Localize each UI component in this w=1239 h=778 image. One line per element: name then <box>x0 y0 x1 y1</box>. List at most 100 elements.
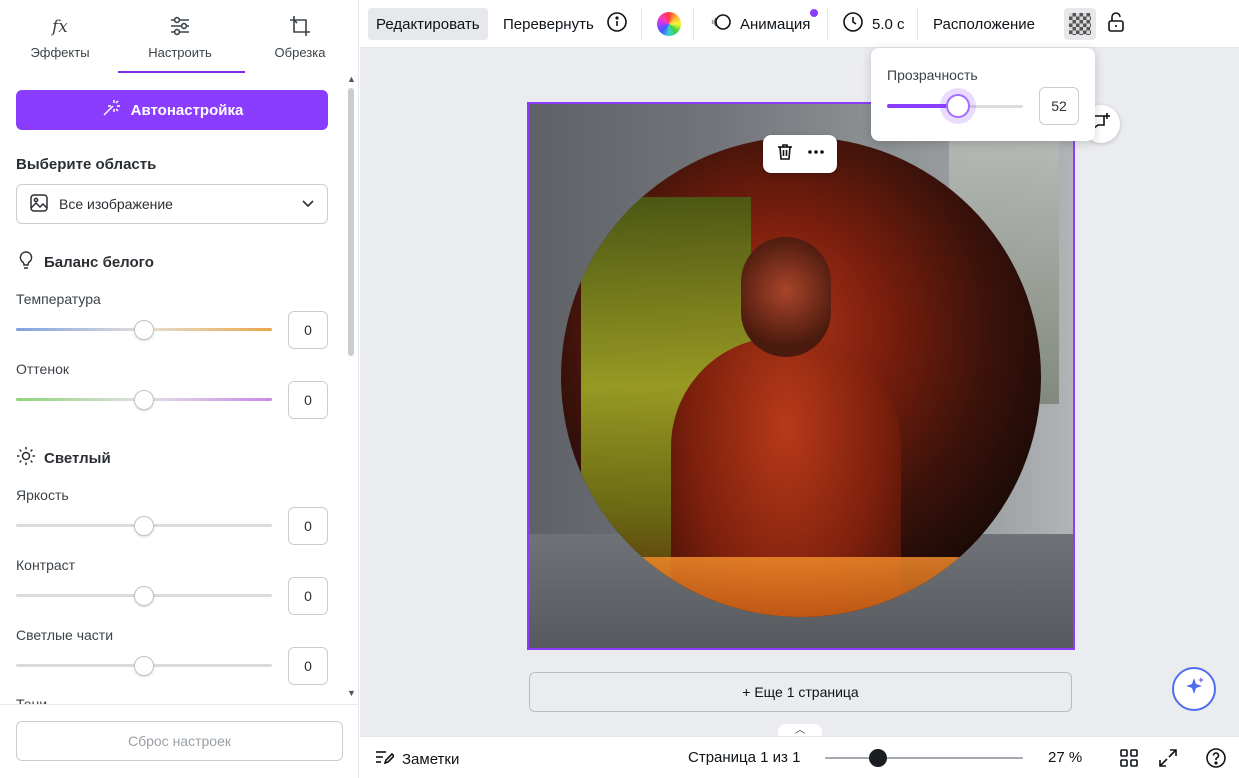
tint-slider[interactable] <box>16 389 272 410</box>
svg-text:fx: fx <box>50 17 68 37</box>
new-feature-dot <box>810 9 818 17</box>
notes-label: Заметки <box>402 750 460 768</box>
temperature-thumb[interactable] <box>134 320 154 340</box>
active-tab-indicator <box>118 71 245 73</box>
contrast-label: Контраст <box>16 557 76 573</box>
help-icon[interactable] <box>1205 747 1227 769</box>
color-button[interactable] <box>653 8 685 40</box>
transparency-slider[interactable] <box>887 94 1023 118</box>
brightness-value[interactable]: 0 <box>288 507 328 545</box>
panel-scrollbar[interactable]: ▲ ▼ <box>345 74 359 704</box>
tint-thumb[interactable] <box>134 390 154 410</box>
auto-adjust-label: Автонастройка <box>130 101 244 119</box>
fullscreen-icon[interactable] <box>1157 747 1179 769</box>
transparency-button[interactable] <box>1064 8 1096 40</box>
tint-label: Оттенок <box>16 361 69 377</box>
zoom-track <box>825 757 1023 759</box>
notes-icon <box>374 747 396 771</box>
edit-button-label: Редактировать <box>376 15 480 33</box>
sliders-icon <box>120 14 240 44</box>
color-wheel-icon <box>657 12 681 36</box>
contrast-slider[interactable] <box>16 585 272 606</box>
crop-icon <box>240 14 360 44</box>
brightness-thumb[interactable] <box>134 516 154 536</box>
tab-crop[interactable]: Обрезка <box>240 0 360 74</box>
white-balance-title: Баланс белого <box>16 250 154 274</box>
light-title-text: Светлый <box>44 449 111 467</box>
temperature-slider[interactable] <box>16 319 272 340</box>
bottom-bar: Заметки Страница 1 из 1 27 % <box>360 736 1239 778</box>
tab-adjust[interactable]: Настроить <box>120 0 240 74</box>
duration-label: 5.0 с <box>872 15 905 33</box>
light-title: Светлый <box>16 446 111 470</box>
toolbar-separator <box>693 8 694 40</box>
contrast-thumb[interactable] <box>134 586 154 606</box>
highlights-thumb[interactable] <box>134 656 154 676</box>
more-icon[interactable] <box>806 142 826 167</box>
magic-wand-icon <box>101 98 121 122</box>
contrast-value[interactable]: 0 <box>288 577 328 615</box>
zoom-level[interactable]: 27 % <box>1048 749 1082 766</box>
area-title: Выберите область <box>16 156 156 173</box>
duration-button[interactable]: 5.0 с <box>834 8 913 40</box>
animation-button[interactable]: Анимация <box>702 8 818 40</box>
flip-button[interactable]: Перевернуть <box>495 8 602 40</box>
lock-button[interactable] <box>1101 8 1131 40</box>
light-glow <box>621 557 981 617</box>
area-title-text: Выберите область <box>16 156 157 173</box>
toolbar-separator <box>917 8 918 40</box>
transparency-thumb[interactable] <box>945 94 970 118</box>
zoom-slider[interactable] <box>825 748 1023 768</box>
temperature-label: Температура <box>16 291 101 307</box>
brightness-label: Яркость <box>16 487 69 503</box>
context-toolbar: Редактировать Перевернуть Анимация 5.0 с <box>360 0 1239 48</box>
circle-frame-photo[interactable] <box>561 137 1041 617</box>
design-page[interactable] <box>527 102 1075 650</box>
brightness-slider[interactable] <box>16 515 272 536</box>
add-page-button[interactable]: + Еще 1 страница <box>529 672 1072 712</box>
toolbar-separator <box>827 8 828 40</box>
animation-label: Анимация <box>740 15 811 33</box>
scroll-up-icon[interactable]: ▲ <box>347 74 356 84</box>
highlights-label: Светлые части <box>16 627 114 643</box>
tint-value[interactable]: 0 <box>288 381 328 419</box>
scroll-down-icon[interactable]: ▼ <box>347 688 356 698</box>
sparkle-icon <box>1182 675 1206 704</box>
flip-button-label: Перевернуть <box>503 15 594 33</box>
edit-button[interactable]: Редактировать <box>368 8 488 40</box>
fx-icon: fx <box>0 14 120 44</box>
position-button[interactable]: Расположение <box>925 8 1043 40</box>
toolbar-separator <box>641 8 642 40</box>
trash-icon[interactable] <box>775 142 795 167</box>
page-indicator[interactable]: Страница 1 из 1 <box>688 749 800 766</box>
panel-divider <box>0 704 359 705</box>
unlock-icon <box>1105 11 1127 37</box>
adjust-panel: fx Эффекты Настроить Обрезка Автонастрой… <box>0 0 359 778</box>
transparency-value[interactable]: 52 <box>1039 87 1079 125</box>
auto-adjust-button[interactable]: Автонастройка <box>16 90 328 130</box>
tab-effects-label: Эффекты <box>30 45 90 60</box>
reset-adjustments-button[interactable]: Сброс настроек <box>16 721 343 761</box>
bulb-icon <box>16 250 36 274</box>
scrollbar-thumb[interactable] <box>348 88 354 356</box>
white-balance-title-text: Баланс белого <box>44 253 154 271</box>
highlights-value[interactable]: 0 <box>288 647 328 685</box>
info-button[interactable] <box>602 8 632 40</box>
info-icon <box>606 11 628 37</box>
person-head <box>741 237 831 357</box>
grid-view-icon[interactable] <box>1118 747 1140 769</box>
zoom-thumb[interactable] <box>869 749 888 767</box>
tab-adjust-label: Настроить <box>148 45 212 60</box>
sun-icon <box>16 446 36 470</box>
transparency-popover: Прозрачность 52 <box>871 48 1095 141</box>
tab-effects[interactable]: fx Эффекты <box>0 0 120 74</box>
magic-assistant-button[interactable] <box>1172 667 1216 711</box>
chevron-down-icon <box>301 196 315 213</box>
temperature-value[interactable]: 0 <box>288 311 328 349</box>
transparency-title: Прозрачность <box>887 67 978 83</box>
area-select[interactable]: Все изображение <box>16 184 328 224</box>
area-select-value: Все изображение <box>59 196 173 212</box>
element-floating-toolbar <box>763 135 837 173</box>
notes-button[interactable]: Заметки <box>374 747 459 771</box>
highlights-slider[interactable] <box>16 655 272 676</box>
